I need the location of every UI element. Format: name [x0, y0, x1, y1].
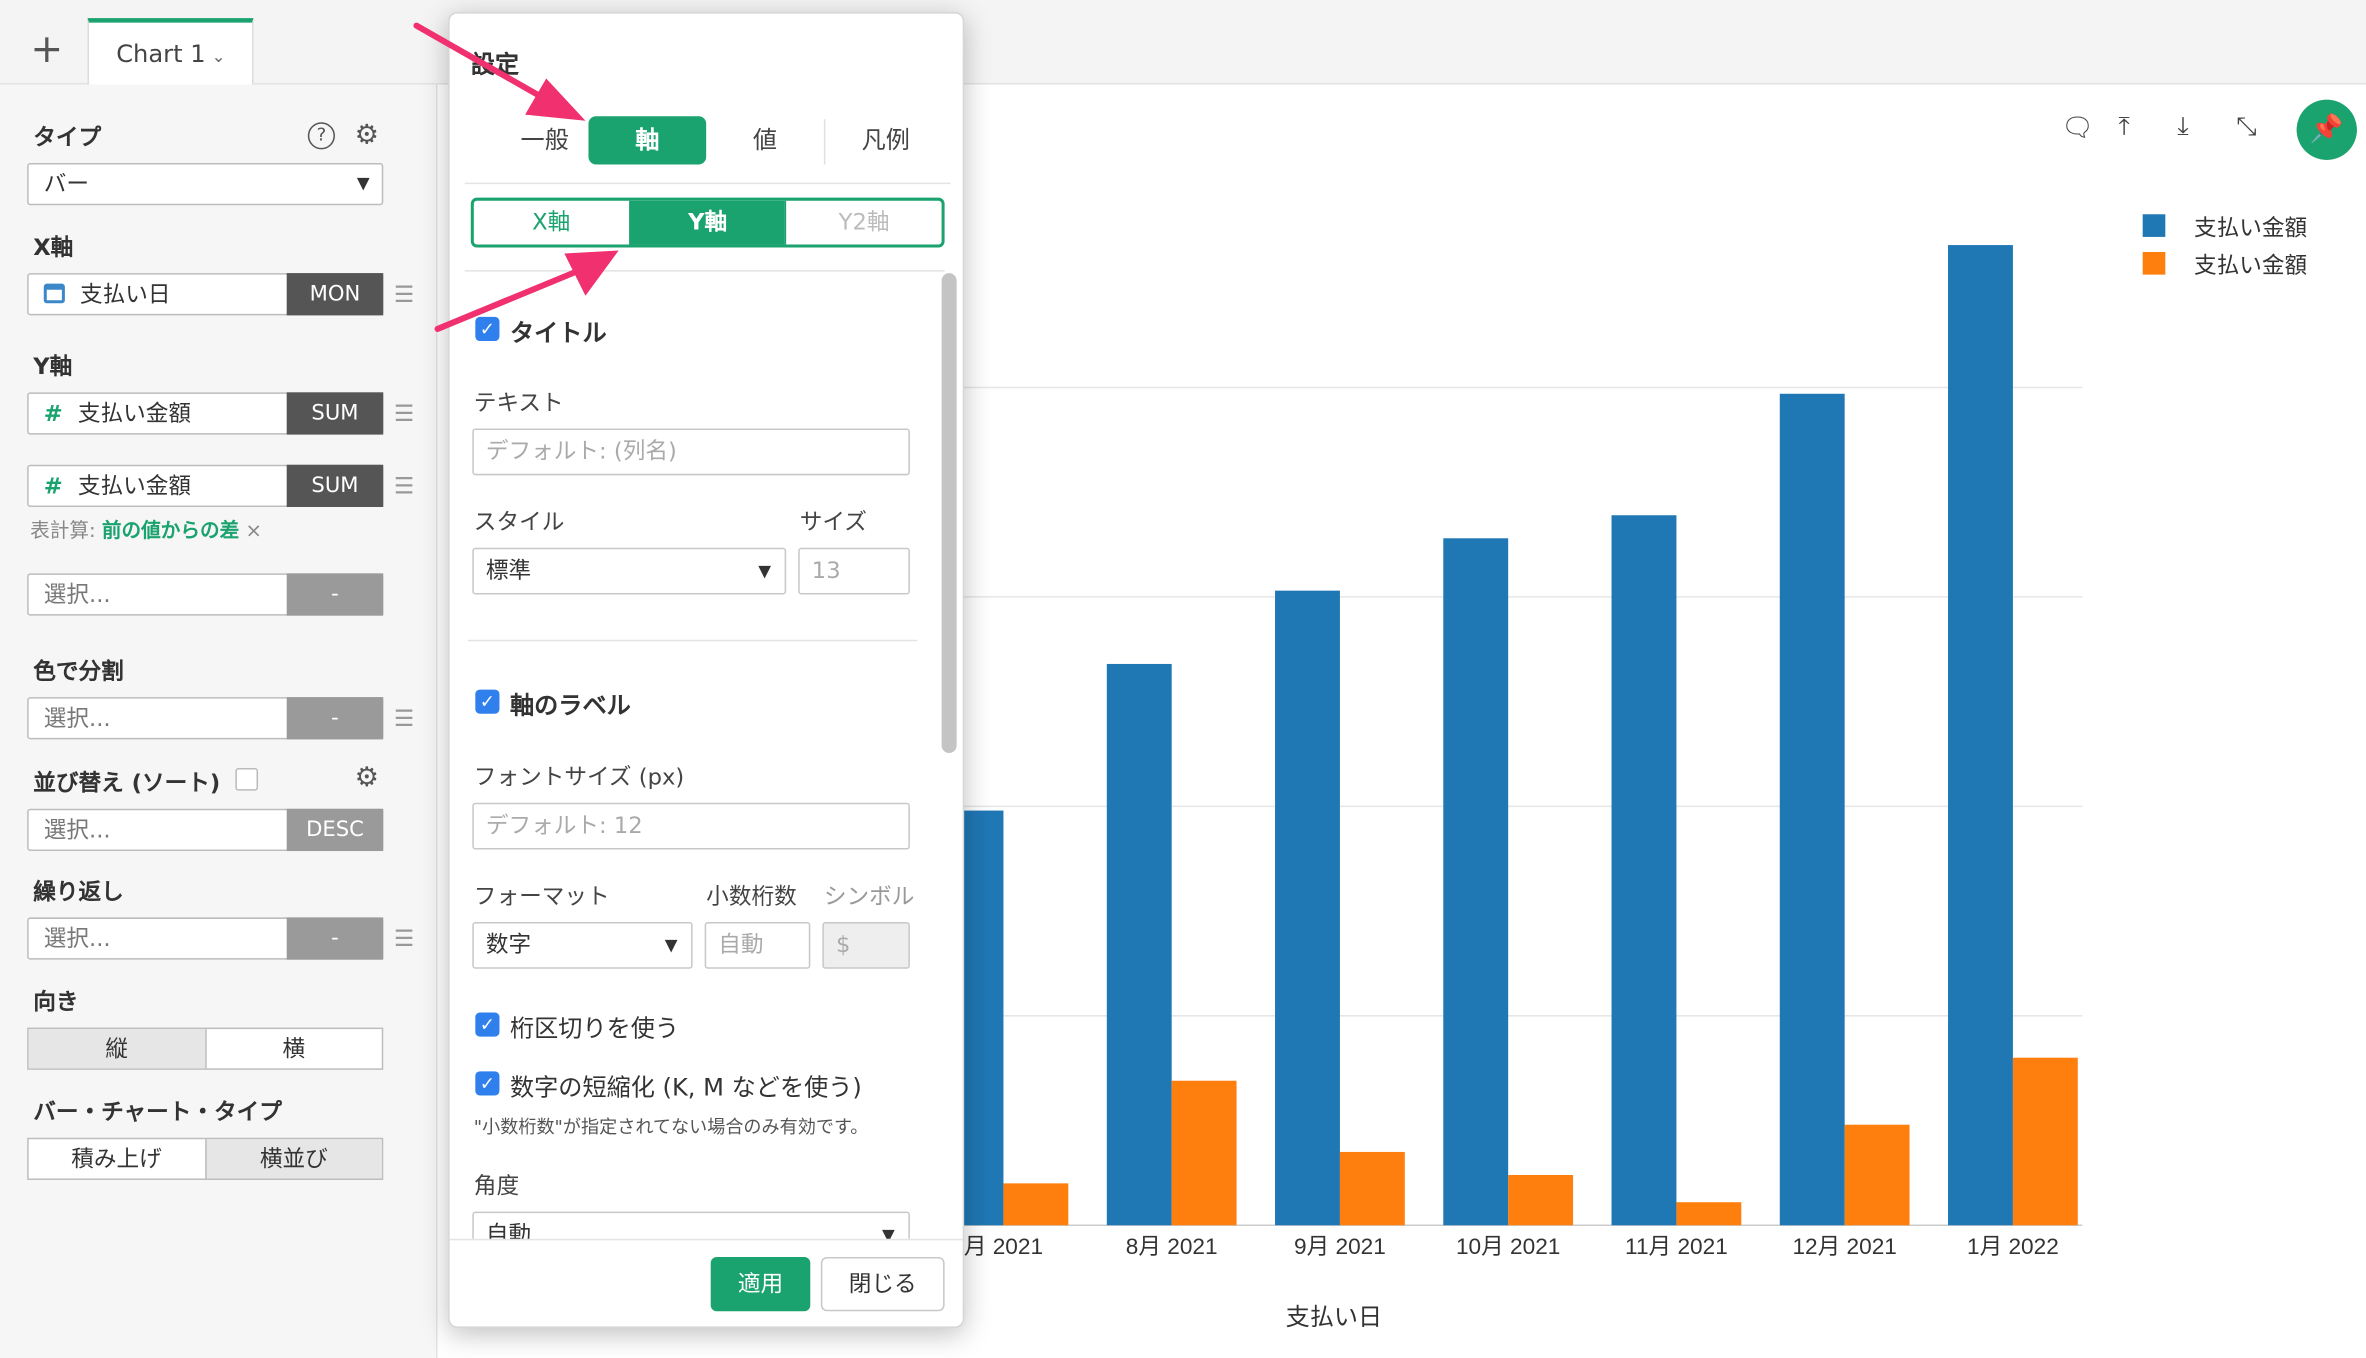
caret-down-icon: ▼ [882, 1225, 895, 1239]
x-tick-label: 10月 2021 [1456, 1234, 1560, 1259]
text-label: テキスト [473, 389, 564, 417]
legend-swatch-2 [2142, 251, 2166, 275]
dialog-scroll-area[interactable]: ✓ タイトル テキスト デフォルト: (列名) スタイル サイズ 標準 ▼ 13… [464, 270, 945, 1239]
legend-label-1: 支払い金額 [2193, 214, 2308, 242]
size-label: サイズ [799, 508, 867, 536]
x-tick-label: 1月 2022 [1967, 1234, 2059, 1259]
decimals-label: 小数桁数 [706, 882, 797, 910]
abbrev-note: "小数桁数"が指定されてない場合のみ有効です。 [473, 1116, 869, 1138]
bar-series-1-2 [1106, 663, 1172, 1226]
caret-down-icon: ▼ [664, 935, 678, 956]
x-tick-label: 8月 2021 [1126, 1234, 1218, 1259]
settings-dialog: 設定 一般 軸 値 凡例 X軸 Y軸 Y2軸 ✓ タイトル テキスト デフォルト… [448, 12, 965, 1328]
angle-label: 角度 [473, 1172, 520, 1200]
angle-select[interactable]: 自動 ▼ [472, 1211, 910, 1239]
angle-value: 自動 [485, 1220, 532, 1239]
divider [449, 1238, 963, 1241]
bar-series-1-6 [1779, 393, 1845, 1226]
bar-chart: 月 2021 8月 2021 9月 2021 10月 2021 11月 2021 12月 … [905, 245, 2083, 1331]
axis-label-checkbox[interactable]: ✓ [475, 689, 500, 714]
x-tick-label: 12月 2021 [1792, 1234, 1896, 1259]
title-checkbox[interactable]: ✓ [475, 316, 500, 342]
bar-series-2-7 [2012, 1057, 2078, 1226]
size-input[interactable]: 13 [798, 547, 910, 595]
axis-subtabs: X軸 Y軸 Y2軸 [470, 197, 945, 248]
style-label: スタイル [473, 508, 565, 536]
bar-series-1-7 [1948, 245, 2013, 1226]
bar-series-1-5 [1611, 515, 1677, 1226]
x-axis-title: 支払い日 [1286, 1303, 1383, 1331]
dialog-title: 設定 [470, 49, 520, 79]
subtab-y2-axis[interactable]: Y2軸 [785, 200, 941, 245]
font-size-input[interactable]: デフォルト: 12 [472, 802, 910, 850]
symbol-label: シンボル [823, 882, 915, 910]
bar-series-2-3 [1339, 1151, 1405, 1226]
abbrev-checkbox[interactable]: ✓ [475, 1071, 500, 1096]
bar-series-1-4 [1443, 538, 1509, 1226]
apply-button[interactable]: 適用 [710, 1256, 811, 1312]
bar-series-1-3 [1275, 590, 1340, 1226]
caret-down-icon: ▼ [758, 561, 772, 581]
separator-checkbox-label: 桁区切りを使う [510, 1014, 680, 1043]
bar-series-2-6 [1844, 1124, 1910, 1226]
divider [464, 182, 951, 185]
subtab-y-axis[interactable]: Y軸 [628, 200, 786, 245]
tab-general[interactable]: 一般 [486, 116, 604, 164]
tab-axis[interactable]: 軸 [588, 116, 707, 165]
tab-value[interactable]: 値 [706, 116, 824, 164]
x-tick-label: 月 2021 [964, 1234, 1043, 1259]
format-label: フォーマット [473, 882, 610, 910]
x-tick-label: 11月 2021 [1625, 1234, 1728, 1259]
font-size-label: フォントサイズ (px) [473, 763, 685, 791]
decimals-input[interactable]: 自動 [704, 921, 811, 969]
tab-divider [823, 119, 826, 165]
axis-label-checkbox-label: 軸のラベル [510, 691, 631, 720]
legend-label-2: 支払い金額 [2193, 251, 2308, 280]
legend-swatch-1 [2142, 214, 2166, 237]
format-select[interactable]: 数字 ▼ [472, 921, 693, 969]
separator-checkbox[interactable]: ✓ [475, 1012, 500, 1037]
format-value: 数字 [485, 931, 532, 959]
bar-series-2-4 [1508, 1174, 1574, 1226]
scrollbar[interactable] [941, 273, 957, 753]
title-text-input[interactable]: デフォルト: (列名) [472, 428, 910, 476]
abbrev-checkbox-label: 数字の短縮化 (K, M などを使う) [510, 1072, 862, 1102]
app-root: + Chart 1 ⌄ タイプ ? ⚙ バー ▼ X軸 支払い日 MON ☰ Y軸… [0, 0, 2366, 1358]
dialog-tabs: 一般 軸 値 凡例 [465, 116, 948, 176]
x-tick-label: 9月 2021 [1294, 1234, 1386, 1259]
title-checkbox-label: タイトル [510, 318, 607, 348]
close-button[interactable]: 閉じる [820, 1256, 945, 1312]
tab-legend[interactable]: 凡例 [827, 116, 945, 164]
bar-series-2-2 [1171, 1080, 1237, 1226]
bar-series-2-5 [1676, 1202, 1742, 1226]
bar-series-2-1 [1003, 1183, 1069, 1226]
divider [467, 639, 918, 642]
symbol-input[interactable]: $ [822, 921, 910, 969]
subtab-x-axis[interactable]: X軸 [474, 201, 629, 245]
style-select[interactable]: 標準 ▼ [472, 547, 787, 595]
style-value: 標準 [485, 556, 532, 584]
